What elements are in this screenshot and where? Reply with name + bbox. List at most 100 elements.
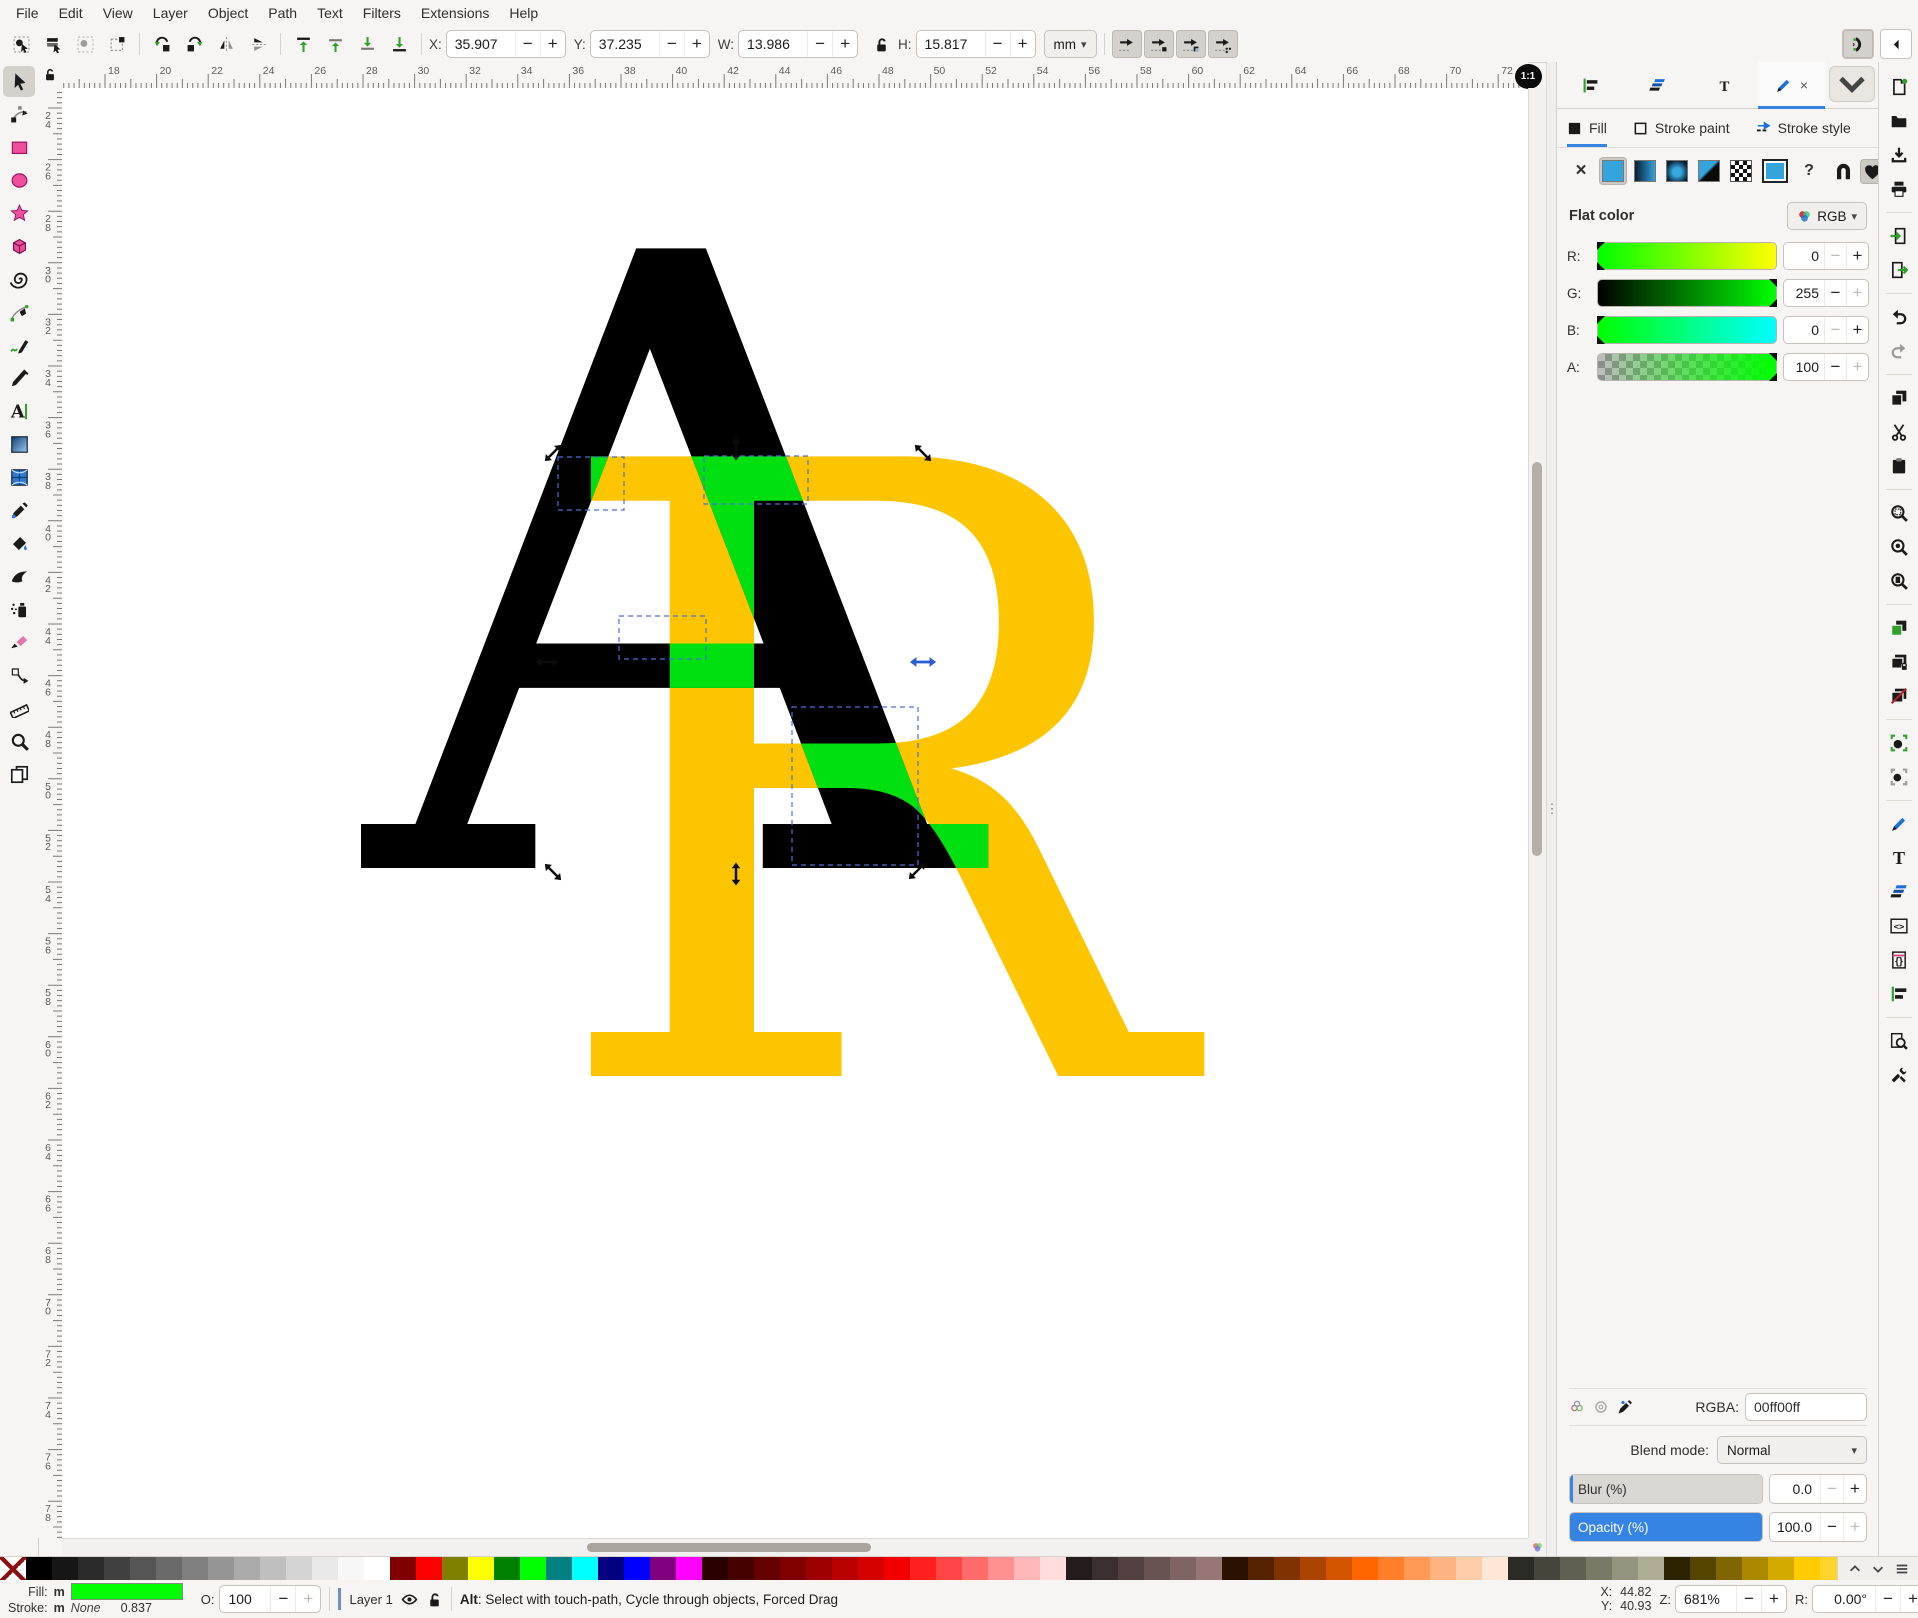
menu-object[interactable]: Object <box>198 2 258 24</box>
cmd-export[interactable] <box>1883 255 1915 285</box>
cmd-group[interactable] <box>1883 728 1915 758</box>
dialog-tab-align[interactable] <box>1557 62 1624 108</box>
menu-help[interactable]: Help <box>499 2 548 24</box>
palette-swatch[interactable] <box>1404 1557 1430 1581</box>
menu-text[interactable]: Text <box>307 2 353 24</box>
palette-swatch[interactable] <box>286 1557 312 1581</box>
opacity-spinbox[interactable]: 100.0 −+ <box>1769 1512 1867 1542</box>
palette-swatch[interactable] <box>1196 1557 1222 1581</box>
tool-selector[interactable] <box>3 66 35 97</box>
dialog-tab-text[interactable]: T <box>1691 62 1758 108</box>
raise-to-top-button[interactable] <box>288 30 318 58</box>
blue-spinbox[interactable]: 0−+ <box>1783 316 1869 344</box>
palette-swatch[interactable] <box>884 1557 910 1581</box>
cmd-layers-dialog[interactable] <box>1883 877 1915 907</box>
palette-swatch[interactable] <box>858 1557 884 1581</box>
close-dialog-icon[interactable]: × <box>1800 77 1808 93</box>
palette-swatch[interactable] <box>1534 1557 1560 1581</box>
cmd-undo[interactable] <box>1883 302 1915 332</box>
palette-swatch[interactable] <box>546 1557 572 1581</box>
palette-swatch[interactable] <box>598 1557 624 1581</box>
tool-pages[interactable] <box>3 759 35 790</box>
blur-spinbox[interactable]: 0.0 −+ <box>1769 1474 1867 1504</box>
palette-swatch[interactable] <box>1170 1557 1196 1581</box>
paint-unknown-button[interactable]: ? <box>1795 157 1823 185</box>
tool-text[interactable]: A <box>3 396 35 427</box>
palette-swatch[interactable] <box>338 1557 364 1581</box>
fill-stroke-indicator[interactable]: Fill: m Stroke: m None 0.837 <box>8 1583 183 1615</box>
cmd-preferences[interactable] <box>1883 1060 1915 1090</box>
menu-filters[interactable]: Filters <box>353 2 411 24</box>
palette-swatch[interactable] <box>1794 1557 1820 1581</box>
layer-visibility-icon[interactable] <box>401 1591 418 1608</box>
cmd-zoom-selection[interactable] <box>1883 498 1915 528</box>
palette-swatch[interactable] <box>572 1557 598 1581</box>
cmd-unlink-clone[interactable] <box>1883 681 1915 711</box>
palette-swatch[interactable] <box>416 1557 442 1581</box>
cmd-redo[interactable] <box>1883 336 1915 366</box>
cmd-xml-editor[interactable]: <> <box>1883 911 1915 941</box>
cmd-align-dialog[interactable] <box>1883 979 1915 1009</box>
palette-swatch[interactable] <box>988 1557 1014 1581</box>
palette-swatch[interactable] <box>1430 1557 1456 1581</box>
palette-swatch[interactable] <box>1352 1557 1378 1581</box>
cmd-document-properties[interactable]: {} <box>1883 945 1915 975</box>
palette-swatch[interactable] <box>312 1557 338 1581</box>
fill-color-swatch[interactable] <box>71 1583 183 1600</box>
menu-path[interactable]: Path <box>258 2 307 24</box>
palette-swatch[interactable] <box>390 1557 416 1581</box>
palette-swatch[interactable] <box>52 1557 78 1581</box>
green-spinbox[interactable]: 255−+ <box>1783 279 1869 307</box>
vertical-scrollbar[interactable] <box>1528 88 1547 1538</box>
cmd-new-document[interactable] <box>1883 72 1915 102</box>
green-slider[interactable] <box>1597 279 1777 307</box>
palette-swatch[interactable] <box>702 1557 728 1581</box>
field-w-spinbox[interactable]: 13.986−+ <box>738 30 858 58</box>
tool-mesh[interactable] <box>3 462 35 493</box>
paint-radial-gradient-button[interactable] <box>1663 157 1691 185</box>
vertical-ruler[interactable]: 2426283032343638404244464850525456586062… <box>38 88 63 1538</box>
cmd-open[interactable] <box>1883 106 1915 136</box>
scale-corners-toggle[interactable] <box>1144 30 1174 58</box>
palette-swatch[interactable] <box>1092 1557 1118 1581</box>
palette-swatch-none[interactable] <box>0 1557 26 1581</box>
palette-swatch[interactable] <box>1638 1557 1664 1581</box>
palette-swatch[interactable] <box>1690 1557 1716 1581</box>
snap-toggle-button[interactable] <box>1842 29 1874 59</box>
palette-swatch[interactable] <box>182 1557 208 1581</box>
horizontal-ruler[interactable]: 1820222426283032343638404244464850525456… <box>62 62 1528 89</box>
tab-stroke-style[interactable]: Stroke style <box>1756 109 1851 147</box>
rgba-entry[interactable]: 00ff00ff <box>1745 1393 1867 1421</box>
ruler-corner[interactable] <box>38 62 62 89</box>
paint-mesh-button[interactable] <box>1727 157 1755 185</box>
tool-gradient[interactable] <box>3 429 35 460</box>
flip-horizontal-button[interactable] <box>211 30 241 58</box>
palette-swatch[interactable] <box>910 1557 936 1581</box>
palette-swatch[interactable] <box>234 1557 260 1581</box>
rotate-ccw-button[interactable] <box>147 30 177 58</box>
fill-rule-nonzero-button[interactable] <box>1831 159 1856 184</box>
palette-swatch[interactable] <box>78 1557 104 1581</box>
dialog-tab-fill-stroke[interactable]: × <box>1758 62 1825 108</box>
selection-empty-button[interactable] <box>102 30 132 58</box>
paint-linear-gradient-button[interactable] <box>1631 157 1659 185</box>
palette-swatch[interactable] <box>754 1557 780 1581</box>
vertical-scrollbar-thumb[interactable] <box>1532 462 1542 856</box>
field-h-spinbox[interactable]: 15.817−+ <box>916 30 1036 58</box>
cmd-print[interactable] <box>1883 174 1915 204</box>
palette-swatch[interactable] <box>260 1557 286 1581</box>
dialog-list-dropdown[interactable] <box>1829 66 1875 102</box>
palette-scroll-up-icon[interactable] <box>1848 1562 1862 1576</box>
cmd-duplicate[interactable] <box>1883 613 1915 643</box>
cmd-zoom-drawing[interactable] <box>1883 532 1915 562</box>
palette-swatch[interactable] <box>624 1557 650 1581</box>
color-mode-dropdown[interactable]: RGB ▾ <box>1787 202 1867 230</box>
palette-swatch[interactable] <box>208 1557 234 1581</box>
palette-swatch[interactable] <box>1456 1557 1482 1581</box>
cmd-zoom-page[interactable] <box>1883 566 1915 596</box>
cmd-copy[interactable] <box>1883 383 1915 413</box>
tool-eraser[interactable] <box>3 627 35 658</box>
menu-view[interactable]: View <box>93 2 143 24</box>
palette-swatch[interactable] <box>780 1557 806 1581</box>
cmd-import[interactable] <box>1883 221 1915 251</box>
